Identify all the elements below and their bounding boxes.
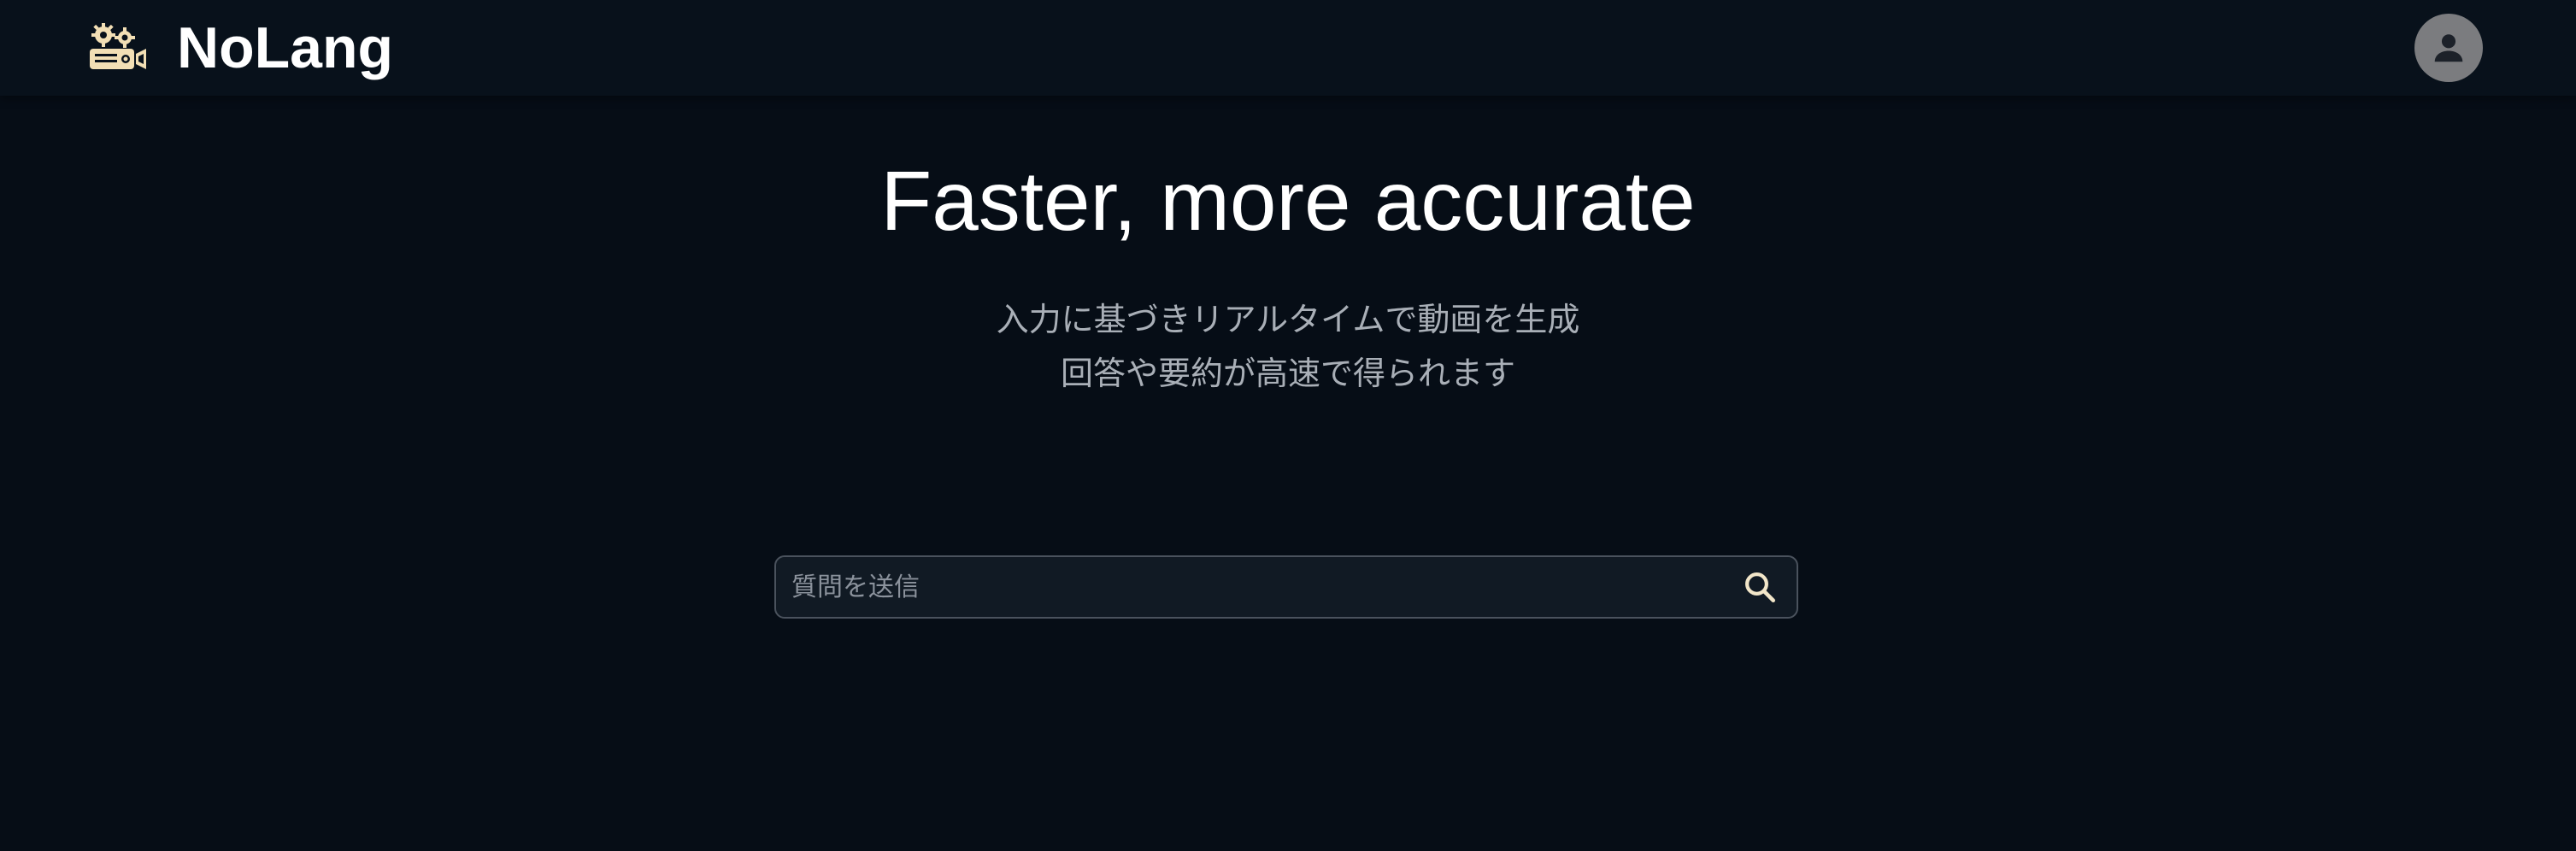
brand-name: NoLang xyxy=(177,15,394,80)
question-input[interactable] xyxy=(776,557,1728,617)
brand-home-link[interactable]: NoLang xyxy=(88,15,393,80)
user-avatar-icon xyxy=(2434,34,2463,62)
app-root: NoLang Faster, more accurate 入力に基づきリアルタイ… xyxy=(0,0,2576,851)
hero-subtitle-line-1: 入力に基づきリアルタイムで動画を生成 xyxy=(996,301,1580,338)
search-bar xyxy=(774,555,1798,619)
hero-subtitle-line-2: 回答や要約が高速で得られます xyxy=(1060,355,1515,392)
search-icon xyxy=(1745,572,1776,603)
top-navbar: NoLang xyxy=(0,0,2576,96)
search-submit-button[interactable] xyxy=(1728,557,1791,617)
hero-title: Faster, more accurate xyxy=(880,154,1696,248)
gear-camera-logo-icon xyxy=(90,23,146,69)
user-avatar-button[interactable] xyxy=(2414,14,2483,82)
